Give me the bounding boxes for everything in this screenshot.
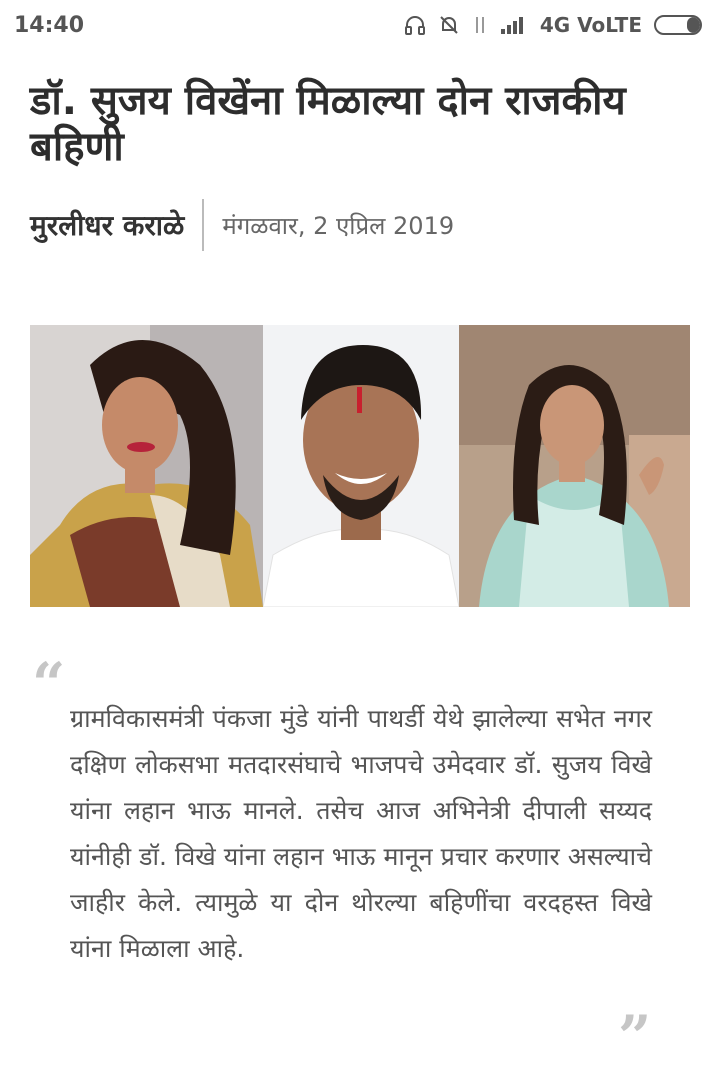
signal-icon [500,15,528,35]
quote-open-mark: “ [32,650,66,718]
author-name[interactable]: मुरलीधर कराळे [30,206,184,244]
status-time: 14:40 [14,12,85,38]
battery-icon [654,15,702,35]
data-arrows-icon [472,14,488,36]
photo-right-woman [459,325,690,607]
status-icons: 4G VoLTE [404,13,702,37]
status-bar: 14:40 4G VoLTE [0,0,720,50]
article-image[interactable] [30,325,690,607]
quote-close-mark: ” [618,1003,652,1071]
photo-left-woman [30,325,263,607]
publish-date: मंगळवार, 2 एप्रिल 2019 [222,211,455,240]
bell-off-icon [438,14,460,36]
byline-divider [202,199,205,251]
photo-middle-man [263,325,459,607]
network-type: 4G VoLTE [539,13,642,37]
article-title: डॉ. सुजय विखेंना मिळाल्या दोन राजकीय बहि… [30,78,626,170]
battery-level [686,17,700,33]
headset-icon [404,14,426,36]
quote-text: ग्रामविकासमंत्री पंकजा मुंडे यांनी पाथर्… [70,704,652,963]
byline: मुरलीधर कराळे मंगळवार, 2 एप्रिल 2019 [30,198,454,252]
